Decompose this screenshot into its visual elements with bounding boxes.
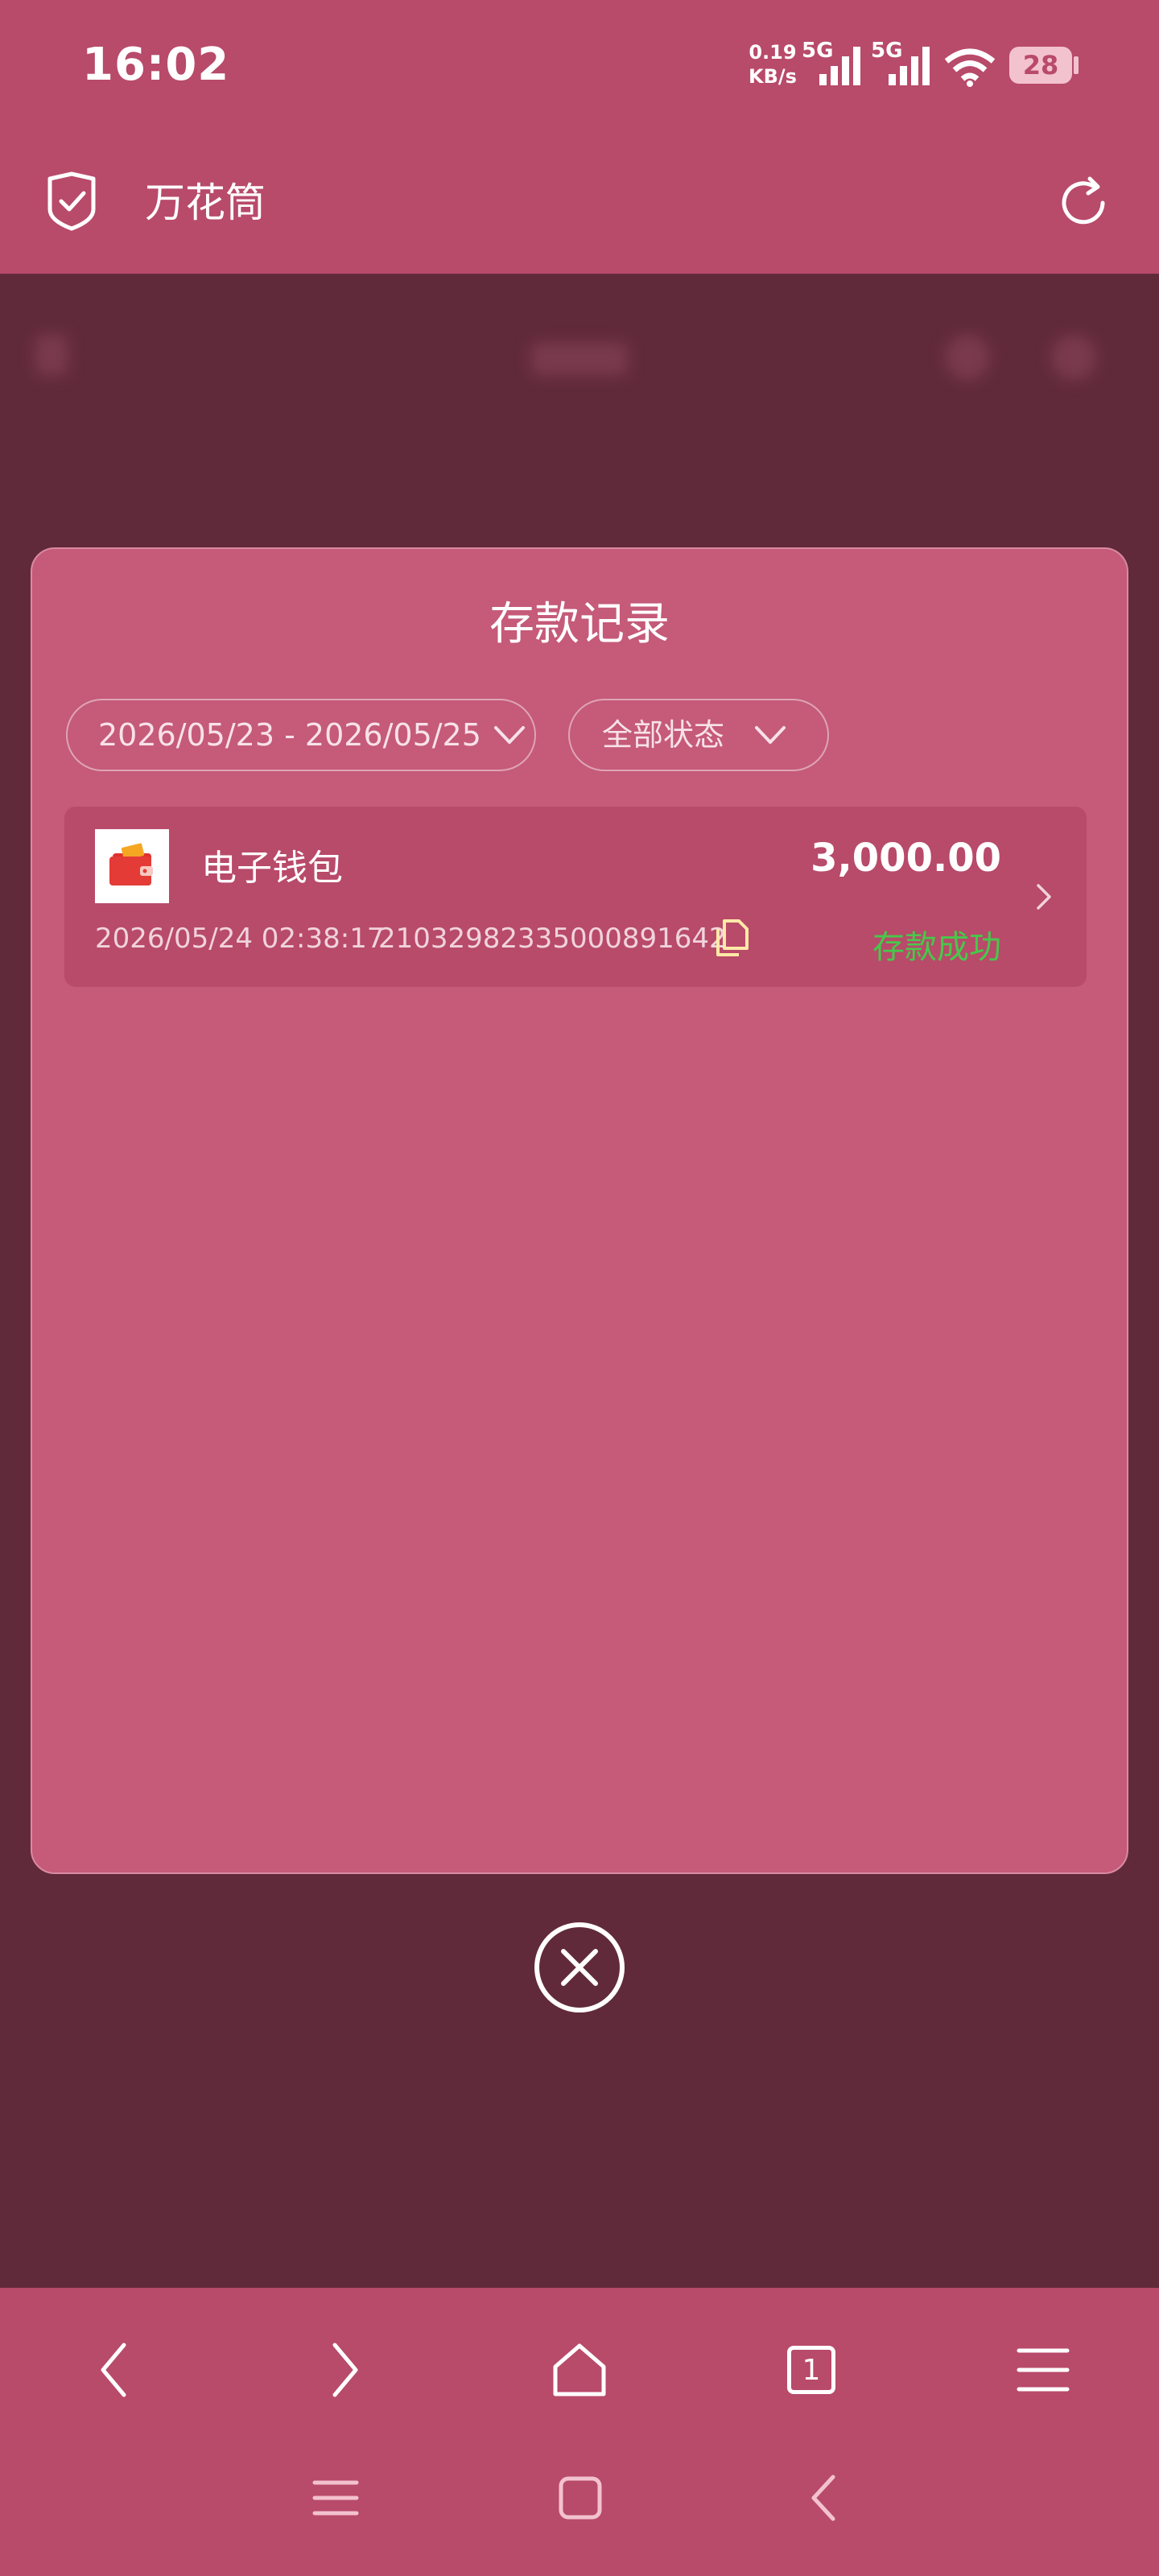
- deposit-time: 2026/05/24 02:38:17: [95, 923, 385, 955]
- signal-strength-icon: [889, 47, 930, 85]
- battery-tip: [1074, 56, 1079, 74]
- battery-icon: 28: [1009, 47, 1072, 84]
- system-back-button[interactable]: [787, 2462, 860, 2534]
- refresh-icon[interactable]: [1054, 174, 1112, 232]
- deposit-record-item[interactable]: 电子钱包 3,000.00 2026/05/24 02:38:17 210329…: [64, 807, 1087, 987]
- status-badge: 存款成功: [872, 929, 1001, 966]
- payment-method-name: 电子钱包: [201, 848, 343, 889]
- chevron-right-icon: [332, 2343, 358, 2397]
- back-button[interactable]: [74, 2330, 155, 2410]
- forward-button[interactable]: [304, 2330, 385, 2410]
- deposit-amount: 3,000.00: [810, 836, 1001, 881]
- network-speed: 0.19 KB/s: [749, 40, 797, 89]
- background-icon: [1051, 335, 1096, 380]
- tabs-button[interactable]: 1: [771, 2330, 852, 2410]
- clock: 16:02: [82, 39, 230, 91]
- browser-header: 万花筒: [0, 137, 1159, 274]
- browser-bottom-nav: 1: [0, 2288, 1159, 2576]
- page-title: 万花筒: [145, 180, 266, 226]
- shield-check-icon[interactable]: [43, 171, 100, 232]
- chevron-down-icon: [755, 726, 786, 744]
- background-page-header: [0, 274, 1159, 435]
- chevron-left-icon: [811, 2475, 835, 2521]
- signal-strength-icon: [819, 47, 860, 85]
- status-bar: 16:02 0.19 KB/s 5G 5G 28: [0, 0, 1159, 137]
- copy-icon[interactable]: [715, 918, 752, 958]
- chevron-left-icon: [101, 2343, 126, 2397]
- background-icon: [945, 335, 990, 380]
- system-recents-button[interactable]: [299, 2462, 372, 2534]
- wallet-icon: [95, 829, 169, 903]
- status-filter-value: 全部状态: [602, 717, 725, 753]
- battery-level: 28: [1022, 50, 1059, 80]
- home-icon: [553, 2343, 606, 2396]
- background-back-icon: [35, 335, 68, 375]
- order-id: 21032982335000891642: [378, 923, 727, 955]
- close-button[interactable]: [533, 1921, 626, 2014]
- menu-button[interactable]: [1003, 2330, 1083, 2410]
- square-icon: [559, 2476, 602, 2520]
- chevron-right-icon: [1037, 884, 1051, 910]
- system-home-button[interactable]: [544, 2462, 617, 2534]
- background-title: [531, 343, 628, 375]
- tab-count: 1: [787, 2346, 835, 2394]
- net-speed-unit: KB/s: [749, 65, 797, 88]
- recents-icon: [312, 2480, 359, 2516]
- home-button[interactable]: [539, 2330, 620, 2410]
- wifi-icon: [944, 48, 996, 87]
- status-filter-selector[interactable]: 全部状态: [568, 699, 829, 771]
- deposit-record-modal: 存款记录 2026/05/23 - 2026/05/25 全部状态 电子钱包 3…: [31, 547, 1128, 1874]
- modal-title: 存款记录: [489, 598, 670, 650]
- date-range-selector[interactable]: 2026/05/23 - 2026/05/25: [66, 699, 536, 771]
- date-range-value: 2026/05/23 - 2026/05/25: [98, 717, 481, 753]
- chevron-down-icon: [494, 726, 525, 744]
- net-speed-value: 0.19: [749, 41, 797, 64]
- menu-icon: [1017, 2348, 1070, 2392]
